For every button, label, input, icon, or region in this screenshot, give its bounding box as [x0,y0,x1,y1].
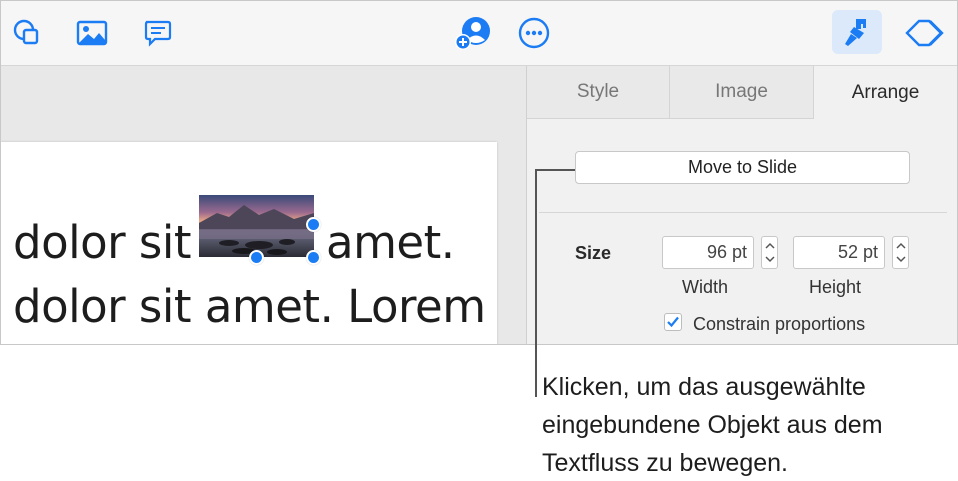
height-stepper[interactable] [892,236,909,269]
app-window: dolor sit amet. dolor sit amet. Lorem St… [0,0,958,345]
width-stepper[interactable] [761,236,778,269]
shape-icon [13,19,39,45]
inspector-tabs: Style Image Arrange [527,66,957,119]
callout-line [535,169,575,171]
format-inspector: Style Image Arrange Move to Slide Size 9… [527,66,957,344]
callout-text-line-3: Textfluss zu bewegen. [542,449,788,477]
resize-handle-bottom-right[interactable] [306,250,321,265]
paintbrush-icon [845,19,866,46]
text-before-image[interactable]: dolor sit [13,216,192,269]
width-field[interactable]: 96 pt [662,236,754,269]
stepper-arrows-icon [765,242,775,263]
more-button[interactable] [516,15,552,51]
tab-style[interactable]: Style [527,66,670,119]
divider [539,212,947,213]
slide[interactable]: dolor sit amet. dolor sit amet. Lorem [1,142,497,344]
text-line-1-after[interactable]: amet. [326,216,455,269]
move-to-slide-button[interactable]: Move to Slide [575,151,910,184]
media-icon [76,20,108,46]
toolbar [1,1,957,66]
collaborate-button[interactable] [452,13,494,53]
text-after-image[interactable]: amet. [326,216,455,269]
tab-arrange[interactable]: Arrange [814,66,957,119]
size-label: Size [575,243,612,263]
stepper-arrows-icon [896,242,906,263]
constrain-proportions-label[interactable]: Constrain proportions [693,314,865,335]
text-line-1[interactable]: dolor sit [13,216,192,269]
resize-handle-top-right[interactable] [306,217,321,232]
checkmark-icon [667,316,679,328]
media-button[interactable] [74,15,110,51]
text-line-2[interactable]: dolor sit amet. Lorem [13,280,486,333]
text-line-2-content[interactable]: dolor sit amet. Lorem [13,280,486,333]
constrain-proportions-checkbox[interactable] [664,313,682,331]
callout-line-vertical [535,170,537,397]
comment-button[interactable] [139,15,175,51]
animate-button[interactable] [901,15,947,51]
callout-text-line-2: eingebundene Objekt aus dem [542,411,883,439]
format-button[interactable] [832,10,882,54]
resize-handle-bottom-center[interactable] [249,250,264,265]
shape-button[interactable] [9,15,45,51]
collaborate-icon [455,17,490,50]
inline-image[interactable] [199,195,314,257]
width-caption: Width [682,277,729,297]
landscape-photo [199,205,314,255]
slide-canvas[interactable]: dolor sit amet. dolor sit amet. Lorem [1,66,527,344]
comment-icon [144,20,172,47]
height-field[interactable]: 52 pt [793,236,885,269]
tab-image[interactable]: Image [670,66,814,119]
more-icon [518,17,550,49]
callout-text-line-1: Klicken, um das ausgewählte [542,373,866,401]
animate-icon [905,19,944,47]
height-caption: Height [809,277,862,297]
